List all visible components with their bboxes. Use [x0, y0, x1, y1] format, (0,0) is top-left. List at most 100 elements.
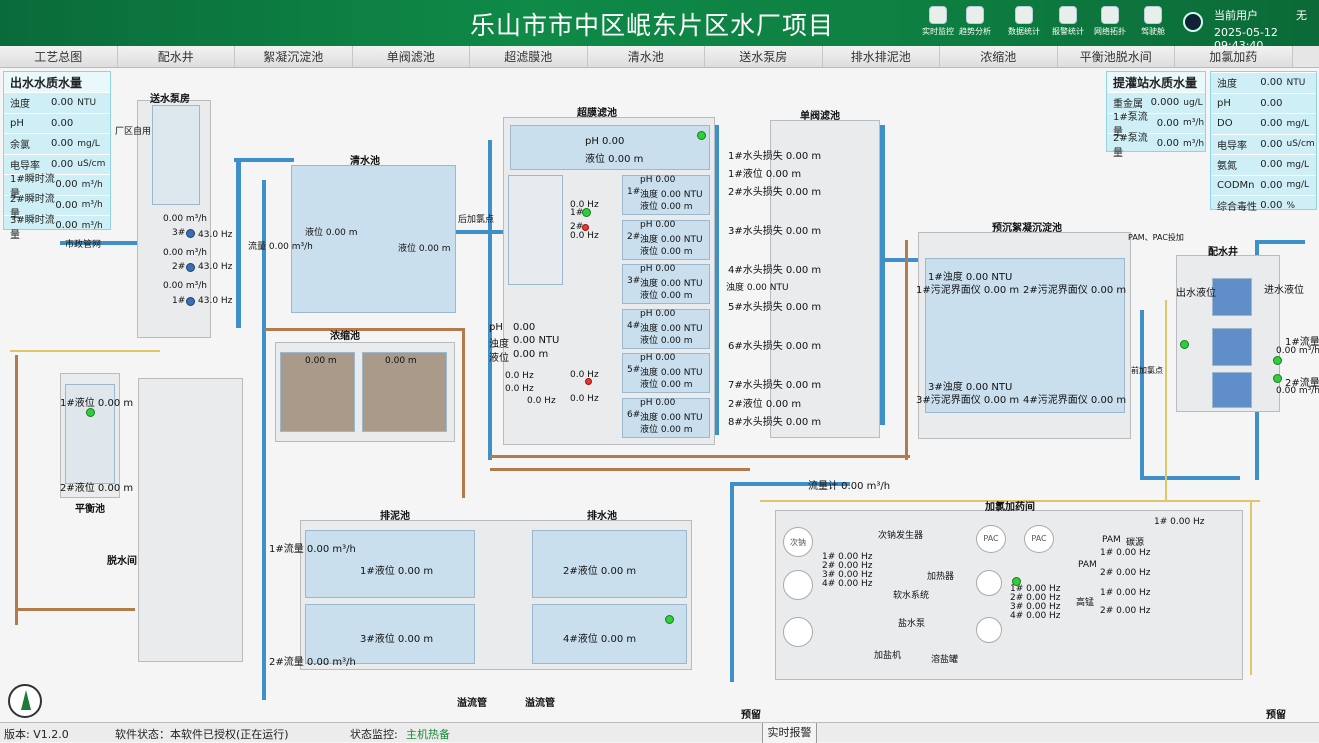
overflow-pipe-1-label: 溢流管: [457, 698, 487, 709]
tab-valve-filter[interactable]: 单阀滤池: [352, 46, 470, 67]
pump1-icon[interactable]: [186, 297, 195, 306]
pump3-label: 3#: [172, 228, 186, 238]
tab-pump-house[interactable]: 送水泵房: [705, 46, 823, 67]
nav-tabs: 工艺总图 配水井 絮凝沉淀池 单阀滤池 超滤膜池 清水池 送水泵房 排水排泥池 …: [0, 46, 1319, 68]
panel-row: 电导率 0.00 uS/cm: [1211, 133, 1316, 155]
uf-cell-ph: pH 0.00: [640, 175, 676, 185]
stats-icon: [1015, 6, 1033, 24]
sludge-pipe: [462, 328, 465, 498]
realtime-alarm-button[interactable]: 实时报警: [762, 723, 817, 743]
chem-pipe: [1165, 300, 1167, 500]
dosing-label: 加氯加药间: [985, 502, 1035, 513]
uf-cell-number: 6#: [627, 409, 641, 420]
pipe: [262, 180, 266, 700]
filter-reading: 8#水头损失 0.00 m: [728, 417, 822, 428]
well-outlet-level-label: 出水液位: [1176, 288, 1216, 299]
filter-reading: 4#水头损失 0.00 m: [728, 265, 822, 276]
toolbar-network-button[interactable]: 网络拓扑: [1090, 6, 1130, 37]
pump3-hz: 43.0 Hz: [198, 230, 233, 240]
tab-overview[interactable]: 工艺总图: [0, 46, 118, 67]
tab-uf-membrane[interactable]: 超滤膜池: [470, 46, 588, 67]
compass-icon: [8, 684, 42, 718]
tab-distribution-well[interactable]: 配水井: [117, 46, 235, 67]
panel-row: CODMn 0.00 mg/L: [1211, 174, 1316, 196]
uf-cell-number: 1#: [627, 187, 641, 197]
well-flow-2-value: 0.00 m³/h: [1276, 386, 1319, 396]
trend-icon: [966, 6, 984, 24]
tab-drainage[interactable]: 排水排泥池: [822, 46, 940, 67]
pump3-flow: 0.00 m³/h: [163, 214, 208, 224]
toolbar-stats-button[interactable]: 数据统计: [1004, 6, 1044, 37]
status-bar: 版本: V1.2.0 软件状态：本软件已授权(正在运行) 状态监控: 主机热备 …: [0, 722, 1319, 743]
uf-cell-number: 5#: [627, 365, 641, 375]
uf-cell-number: 3#: [627, 276, 641, 286]
tab-clear-tank[interactable]: 清水池: [587, 46, 705, 67]
uf-pump-1-status: [582, 208, 591, 217]
carbon-pump-1: 1# 0.00 Hz: [1154, 517, 1205, 527]
panel-row: pH 0.00: [4, 112, 110, 134]
monitor-status-label: 状态监控:: [350, 728, 398, 741]
perm-pump-1: 1# 0.00 Hz: [1100, 588, 1151, 598]
naclo-tank: 次钠: [783, 527, 813, 557]
panel-title: 出水水质水量: [4, 72, 110, 92]
tab-balance-dewater[interactable]: 平衡池脱水间: [1057, 46, 1175, 67]
uf-pump-hz-2: 0.0 Hz: [570, 231, 599, 241]
tab-thickener[interactable]: 浓缩池: [940, 46, 1058, 67]
uf-cell-lv: 液位 0.00 m: [640, 335, 693, 346]
toolbar-trend-button[interactable]: 趋势分析: [955, 6, 995, 37]
tab-dosing[interactable]: 加氯加药: [1175, 46, 1293, 67]
plant-use-label: 厂区自用: [115, 127, 152, 137]
uf-cell-lv: 液位 0.00 m: [640, 246, 693, 257]
uf-backwash-pump-status: [585, 378, 592, 385]
brine-pump-label: 盐水泵: [898, 619, 926, 629]
drain-pump-status: [665, 615, 674, 624]
well-cell-2: [1212, 328, 1252, 366]
dewatering-label: 脱水间: [107, 556, 137, 567]
uf-backwash-hz-1: 0.0 Hz: [505, 371, 534, 381]
panel-row: 2#泵流量 0.00 m³/h: [1107, 133, 1205, 159]
pipe: [1140, 310, 1144, 480]
uf-status-indicator: [697, 131, 706, 140]
uf-turbidity-value: 0.00 NTU: [513, 335, 560, 346]
panel-row: 综合毒性 0.00%: [1211, 195, 1316, 216]
panel-row: pH 0.00: [1211, 92, 1316, 114]
pam-label-1: PAM: [1102, 535, 1121, 545]
sludge-pipe: [15, 608, 135, 611]
toolbar-monitor-button[interactable]: 实时监控: [918, 6, 958, 37]
sludge-pipe: [490, 455, 910, 458]
filter-reading: 2#液位 0.00 m: [728, 399, 802, 410]
sedimentation-label: 预沉絮凝沉淀池: [992, 223, 1062, 234]
clear-water-tank: [291, 165, 456, 313]
tab-flocculation[interactable]: 絮凝沉淀池: [235, 46, 353, 67]
filter-reading: 3#水头损失 0.00 m: [728, 226, 822, 237]
well-inlet-level-label: 进水液位: [1264, 285, 1304, 296]
pump2-flow: 0.00 m³/h: [163, 248, 208, 258]
pump-house-label: 送水泵房: [150, 94, 190, 105]
toolbar-cockpit-button[interactable]: 驾驶舱: [1133, 6, 1173, 37]
panel-row: 余氯 0.00 mg/L: [4, 133, 110, 154]
tank-reserve-a: [783, 570, 813, 600]
uf-cell-lv: 液位 0.00 m: [640, 291, 693, 301]
thickener-level-1: 0.00 m: [305, 356, 337, 366]
reserve-left-label: 预留: [741, 710, 761, 721]
flowmeter-reading: 流量计 0.00 m³/h: [808, 481, 891, 492]
uf-ph-label: pH: [489, 322, 503, 333]
cockpit-icon: [1144, 6, 1162, 24]
uf-ph-value: 0.00: [513, 322, 536, 333]
filter-reading: 7#水头损失 0.00 m: [728, 380, 822, 391]
uf-cell-ph: pH 0.00: [640, 308, 676, 319]
uf-label: 超膜滤池: [577, 108, 617, 119]
sludge-pipe: [265, 328, 465, 331]
overflow-pipe-2-label: 溢流管: [525, 698, 555, 709]
toolbar-alarm-button[interactable]: 报警统计: [1048, 6, 1088, 37]
reserve-right-label: 预留: [1266, 710, 1286, 721]
pump2-icon[interactable]: [186, 263, 195, 272]
valve-filter-label: 单阀滤池: [800, 111, 840, 122]
user-avatar[interactable]: [1183, 12, 1203, 32]
pump3-icon[interactable]: [186, 229, 195, 238]
uf-cell-lv: 液位 0.00 m: [640, 380, 693, 390]
well-outlet-status: [1180, 340, 1189, 349]
pac-pump-4: 4# 0.00 Hz: [1010, 611, 1061, 621]
monitor-icon: [929, 6, 947, 24]
clear-tank-flow: 流量 0.00 m³/h: [248, 242, 313, 252]
